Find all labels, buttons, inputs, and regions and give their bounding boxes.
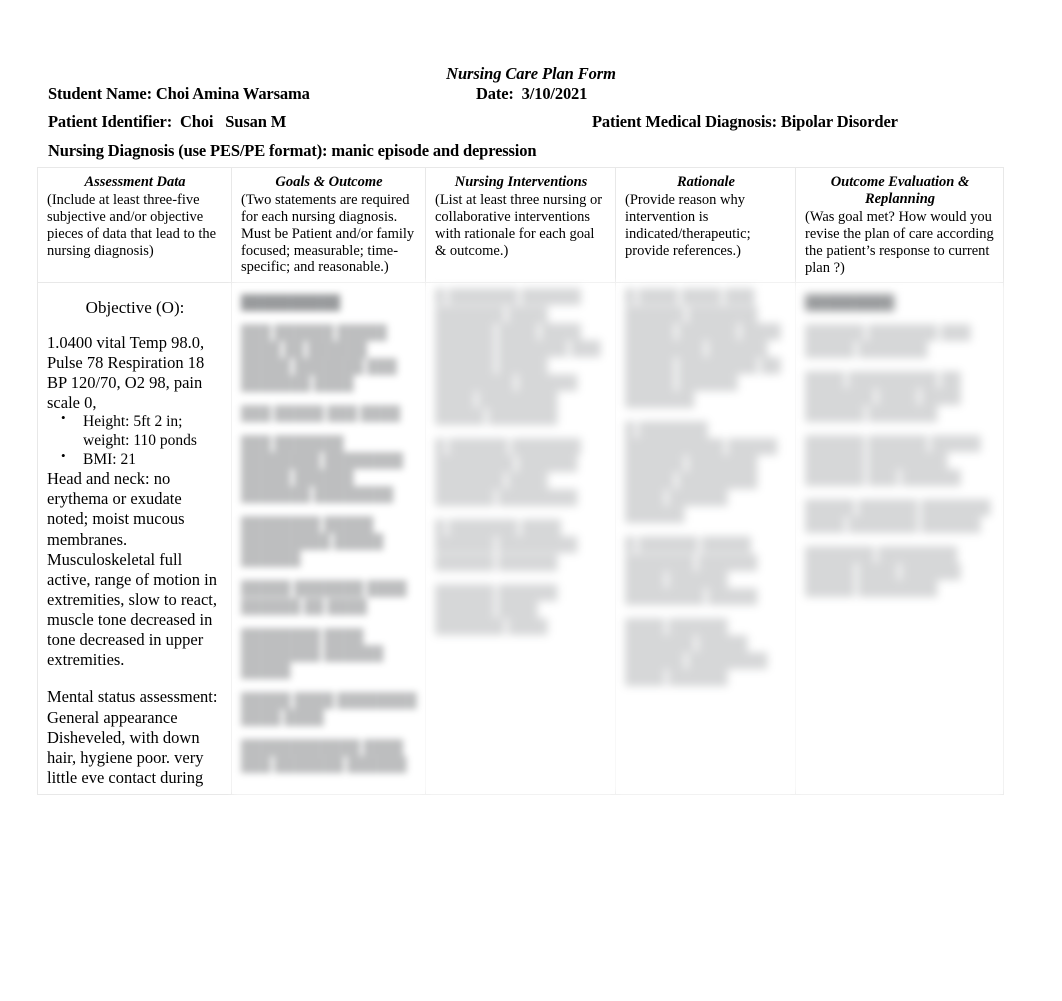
list-item: BMI: 21 <box>61 448 223 470</box>
document-page: Nursing Care Plan Form Student Name: Cho… <box>0 0 1062 1001</box>
assessment-bullet-list: Height: 5ft 2 in; weight: 110 ponds BMI:… <box>47 410 223 470</box>
head-and-neck-text: Head and neck: no erythema or exudate no… <box>47 469 185 549</box>
column-instructions: (Two statements are required for each nu… <box>241 192 415 276</box>
column-header-outcome-evaluation-replanning: Outcome Evaluation & Replanning (Was goa… <box>795 166 1004 284</box>
objective-heading: Objective (O): <box>85 298 185 318</box>
table-body-row: Objective (O): 1.0400 vital Temp 98.0, P… <box>37 282 1004 796</box>
column-instructions: (Include at least three-five subjective … <box>47 192 217 259</box>
obscured-text: █ ██████ ███████ ████████ ██████ ███████… <box>435 440 581 507</box>
patient-identifier-field: Patient Identifier: Choi Susan M <box>48 112 287 131</box>
cell-goals-outcome[interactable]: ██████████ ███ ██████ █████ ████ ██ ████… <box>231 282 426 796</box>
obscured-text: ██████ ██████ ██████ ████ ███████ ████ <box>435 585 558 635</box>
obscured-text: ████████████ ████ ███ ███████ ██████ <box>241 741 407 774</box>
obscured-text: ████████ █████ █████████ █████ ██████ <box>241 518 384 568</box>
column-title: Nursing Interventions <box>454 174 588 190</box>
patient-medical-diagnosis-field: Patient Medical Diagnosis: Bipolar Disor… <box>592 112 898 131</box>
column-instructions: (List at least three nursing or collabor… <box>435 192 603 259</box>
obscured-text: █ ███████ ████ ██████ ████████ ██████ ██… <box>435 521 578 571</box>
obscured-text: █ ███████ ██████████ █████ ██████ ██████… <box>625 423 778 524</box>
obscured-text: █████ ███████ ████ ██████ ██ ████ <box>241 582 407 615</box>
date-field: Date: 3/10/2021 <box>476 84 588 103</box>
column-title: Rationale <box>676 174 735 190</box>
column-title: Outcome Evaluation & Replanning <box>830 174 970 208</box>
obscured-text: ██████████ <box>241 296 341 312</box>
mental-status-text: Mental status assessment: General appear… <box>47 687 218 787</box>
obscured-text: █████████ <box>805 296 895 312</box>
nursing-care-plan-table: Assessment Data (Include at least three-… <box>37 166 1004 796</box>
column-header-rationale: Rationale (Provide reason why interventi… <box>615 166 796 284</box>
list-item: Height: 5ft 2 in; weight: 110 ponds <box>61 410 223 450</box>
cell-rationale[interactable]: █ ████ ████ ███ ██████ ███████ █████ ███… <box>615 282 796 796</box>
column-header-nursing-interventions: Nursing Interventions (List at least thr… <box>425 166 616 284</box>
obscured-text: █ ██████ █████ ███████ ██████ ████ █████… <box>625 538 758 605</box>
page-title: Nursing Care Plan Form <box>446 64 616 83</box>
column-instructions: (Provide reason why intervention is indi… <box>625 192 751 259</box>
cell-assessment-data[interactable]: Objective (O): 1.0400 vital Temp 98.0, P… <box>37 282 232 796</box>
column-title: Goals & Outcome <box>275 174 383 190</box>
obscured-text: ████████ ████ ████████ ██████ █████ <box>241 629 384 679</box>
nursing-diagnosis-field: Nursing Diagnosis (use PES/PE format): m… <box>48 141 537 160</box>
column-header-goals-outcome: Goals & Outcome (Two statements are requ… <box>231 166 426 284</box>
obscured-text: █████ ██████ ███████ ████ ███████ ██████ <box>805 501 991 534</box>
obscured-text: ███ █████ ███ ████ <box>241 406 401 422</box>
obscured-text: █ ███████ ██████ ███████ ████ ██████ ███… <box>435 290 601 426</box>
column-title: Assessment Data <box>84 174 186 190</box>
obscured-text: █████ ████ ████████ ████ ████ <box>241 693 417 726</box>
vital-signs-text: 1.0400 vital Temp 98.0, Pulse 78 Respira… <box>47 332 205 413</box>
obscured-text: ████ ██████ ███████ █████ ██████ ███████… <box>625 619 768 687</box>
obscured-text: ████ █████████ ██ ███████ ████ ████ ████… <box>805 372 961 422</box>
table-header-row: Assessment Data (Include at least three-… <box>37 166 1004 284</box>
obscured-text: ███████ ████████ █████ ████ ██████ █████… <box>805 548 961 598</box>
obscured-text: ███ ███████ ████████ ████████ █████ ████… <box>241 436 404 504</box>
column-header-assessment-data: Assessment Data (Include at least three-… <box>37 166 232 284</box>
cell-outcome-evaluation-replanning[interactable]: █████████ ██████ ███████ ███ █████ █████… <box>795 282 1004 796</box>
obscured-text: █ ████ ████ ███ ██████ ███████ █████ ███… <box>625 290 781 408</box>
column-instructions: (Was goal met? How would you revise the … <box>805 209 994 276</box>
obscured-text: ██████ ██████ █████ ██████ ████████ ████… <box>805 436 981 487</box>
student-name-field: Student Name: Choi Amina Warsama <box>48 84 310 103</box>
musculoskeletal-text: Musculoskeletal full active, range of mo… <box>47 549 217 670</box>
cell-nursing-interventions[interactable]: █ ███████ ██████ ███████ ████ ██████ ███… <box>425 282 616 796</box>
obscured-text: ███ ██████ █████ ████ ██ ██████ █████ ██… <box>241 325 397 392</box>
obscured-text: ██████ ███████ ███ █████ ███████ <box>805 325 971 358</box>
